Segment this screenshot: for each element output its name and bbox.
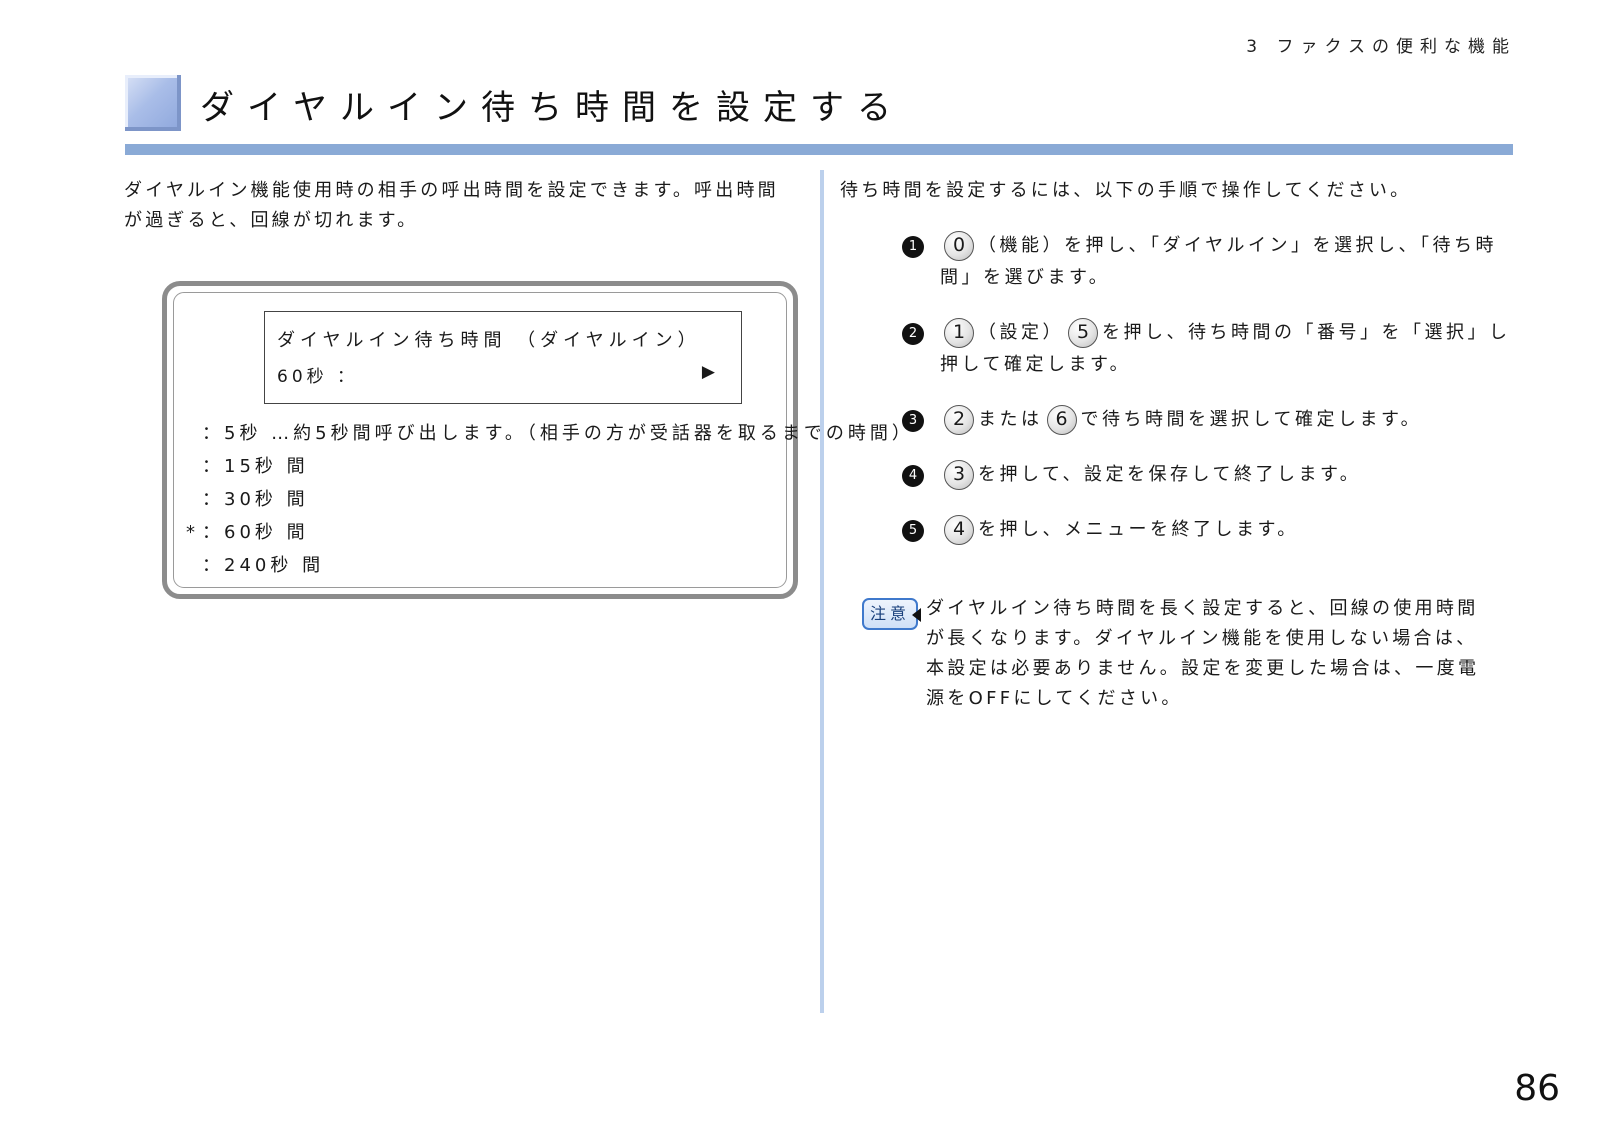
note-pointer-icon xyxy=(912,608,921,622)
title-rule xyxy=(125,144,1513,155)
list-item: ：5秒 …約5秒間呼び出します。（相手の方が受話器を取るまでの時間） xyxy=(186,417,914,450)
key-2-icon: 2 xyxy=(944,405,974,435)
key-1-icon: 1 xyxy=(944,318,974,348)
page-number: 86 xyxy=(1514,1068,1560,1109)
chapter-header: 3 ファクスの便利な機能 xyxy=(1246,37,1516,57)
key-4-icon: 4 xyxy=(944,515,974,545)
step-2: 2 1 （設定） 5 を押し、待ち時間の「番号」を「選択」し押して確定します。 xyxy=(902,317,1522,381)
step-1: 1 0 （機能）を押し、「ダイヤルイン」を選択し、「待ち時間」を選びます。 xyxy=(902,230,1522,294)
step-text: を押して、設定を保存して終了します。 xyxy=(978,464,1362,485)
left-intro-text: ダイヤルイン機能使用時の相手の呼出時間を設定できます。呼出時間が過ぎると、回線が… xyxy=(124,180,779,231)
step-text: （設定） xyxy=(978,322,1064,343)
key-6-icon: 6 xyxy=(1046,405,1077,435)
section-square-icon xyxy=(125,75,181,131)
page-title: ダイヤルイン待ち時間を設定する xyxy=(200,88,904,128)
key-0-icon: 0 xyxy=(944,231,974,261)
lcd-display: ダイヤルイン待ち時間 （ダイヤルイン） 60秒 ： ▶ xyxy=(264,311,742,404)
step-text: で待ち時間を選択して確定します。 xyxy=(1080,409,1423,430)
lcd-display-line1: ダイヤルイン待ち時間 （ダイヤルイン） xyxy=(277,330,701,351)
step-text: または xyxy=(978,409,1043,430)
lcd-screen-illustration: ダイヤルイン待ち時間 （ダイヤルイン） 60秒 ： ▶ ：5秒 …約5秒間呼び出… xyxy=(162,281,910,599)
step-text: を押し、メニューを終了します。 xyxy=(978,519,1299,540)
default-marker xyxy=(186,450,202,483)
procedure-steps: 1 0 （機能）を押し、「ダイヤルイン」を選択し、「待ち時間」を選びます。 2 1… xyxy=(902,230,1522,569)
default-marker xyxy=(186,417,202,450)
cursor-arrow-icon: ▶ xyxy=(701,362,715,382)
step-5: 5 4 を押し、メニューを終了します。 xyxy=(902,514,1522,546)
default-marker xyxy=(186,483,202,516)
column-divider xyxy=(820,170,824,1013)
key-5-icon: 5 xyxy=(1068,318,1098,348)
right-intro-text: 待ち時間を設定するには、以下の手順で操作してください。 xyxy=(840,180,1412,201)
step-text: （機能）を押し、「ダイヤルイン」を選択し、「待ち時間」を選びます。 xyxy=(940,235,1497,288)
step-number-badge: 2 xyxy=(902,323,924,345)
option-text: ：15秒 間 xyxy=(202,456,309,477)
key-3-icon: 3 xyxy=(944,460,974,490)
step-4: 4 3 を押して、設定を保存して終了します。 xyxy=(902,459,1522,491)
default-marker: * xyxy=(186,522,195,543)
option-text: ：5秒 …約5秒間呼び出します。（相手の方が受話器を取るまでの時間） xyxy=(202,423,914,444)
lcd-display-line2: 60秒 ： xyxy=(277,367,359,387)
step-number-badge: 5 xyxy=(902,520,924,542)
step-number-badge: 4 xyxy=(902,465,924,487)
note-text: ダイヤルイン待ち時間を長く設定すると、回線の使用時間が長くなります。ダイヤルイン… xyxy=(926,598,1480,709)
option-text: ：60秒 間 xyxy=(202,522,309,543)
wait-time-options: ：5秒 …約5秒間呼び出します。（相手の方が受話器を取るまでの時間） ：15秒 … xyxy=(186,417,914,582)
list-item: ：240秒 間 xyxy=(186,549,914,582)
note-badge: 注意 xyxy=(862,598,918,630)
list-item: * ：60秒 間 xyxy=(186,516,914,549)
step-3: 3 2 または 6 で待ち時間を選択して確定します。 xyxy=(902,404,1522,436)
list-item: ：30秒 間 xyxy=(186,483,914,516)
default-marker xyxy=(186,549,202,582)
list-item: ：15秒 間 xyxy=(186,450,914,483)
lcd-screen-inner: ダイヤルイン待ち時間 （ダイヤルイン） 60秒 ： ▶ ：5秒 …約5秒間呼び出… xyxy=(173,292,910,588)
option-text: ：240秒 間 xyxy=(202,555,325,576)
step-number-badge: 1 xyxy=(902,236,924,258)
option-text: ：30秒 間 xyxy=(202,489,309,510)
step-number-badge: 3 xyxy=(902,410,924,432)
